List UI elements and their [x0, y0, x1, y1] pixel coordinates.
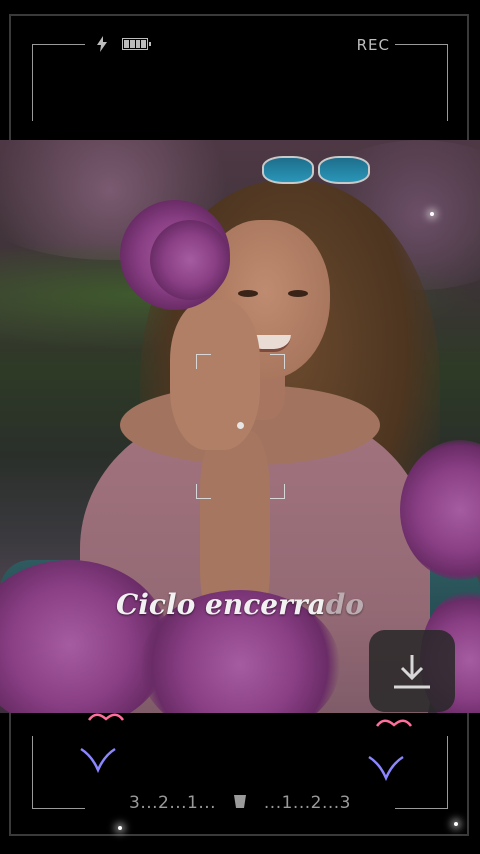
- heart-top-right-icon: [375, 719, 413, 727]
- focus-corner-tr: [270, 354, 285, 369]
- sparkle: [454, 822, 458, 826]
- focus-corner-bl: [196, 484, 211, 499]
- woman-eye-left: [238, 290, 258, 297]
- chevron-down-right-icon: [368, 755, 404, 782]
- focus-corner-br: [270, 484, 285, 499]
- battery-full-icon: [122, 38, 151, 50]
- lilac-bouquet-inner: [150, 220, 230, 300]
- countdown-bar: 3...2...1... ...1...2...3: [0, 793, 480, 813]
- chevron-down-left-icon: [80, 747, 116, 774]
- viewfinder-corner-top-left: [32, 44, 85, 121]
- viewfinder-corner-top-right: [395, 44, 448, 121]
- woman-eye-right: [288, 290, 308, 297]
- focus-corner-tl: [196, 354, 211, 369]
- heart-top-left-icon: [87, 713, 125, 721]
- rec-indicator: REC: [356, 36, 390, 54]
- trash-icon[interactable]: [234, 793, 246, 813]
- sunglasses: [258, 150, 370, 184]
- focus-point: [237, 422, 244, 429]
- sparkle: [118, 826, 122, 830]
- woman-hands: [170, 300, 260, 450]
- caption-text: Ciclo encerrado: [116, 588, 364, 621]
- countdown-left: 3...2...1...: [129, 793, 217, 813]
- countdown-right: ...1...2...3: [263, 793, 351, 813]
- download-icon: [394, 655, 430, 689]
- sparkle: [430, 212, 434, 216]
- download-button[interactable]: [369, 630, 455, 712]
- lightning-bolt-icon: [96, 36, 108, 56]
